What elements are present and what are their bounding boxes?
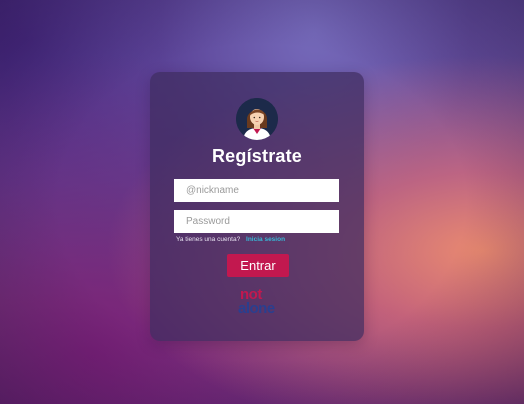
account-prompt-text: Ya tienes una cuenta? [176, 236, 241, 243]
account-prompt-line: Ya tienes una cuenta? Inicia sesion [176, 236, 285, 243]
submit-button[interactable]: Entrar [227, 254, 289, 277]
brand-logo: not alone [238, 286, 278, 318]
signup-card: Regístrate Ya tienes una cuenta? Inicia … [150, 72, 364, 341]
page-title: Regístrate [211, 146, 303, 166]
password-input[interactable] [174, 210, 339, 233]
logo-line-2: alone [238, 300, 275, 317]
nickname-input[interactable] [174, 179, 339, 202]
user-avatar-icon [236, 98, 278, 140]
login-link[interactable]: Inicia sesion [246, 236, 285, 243]
